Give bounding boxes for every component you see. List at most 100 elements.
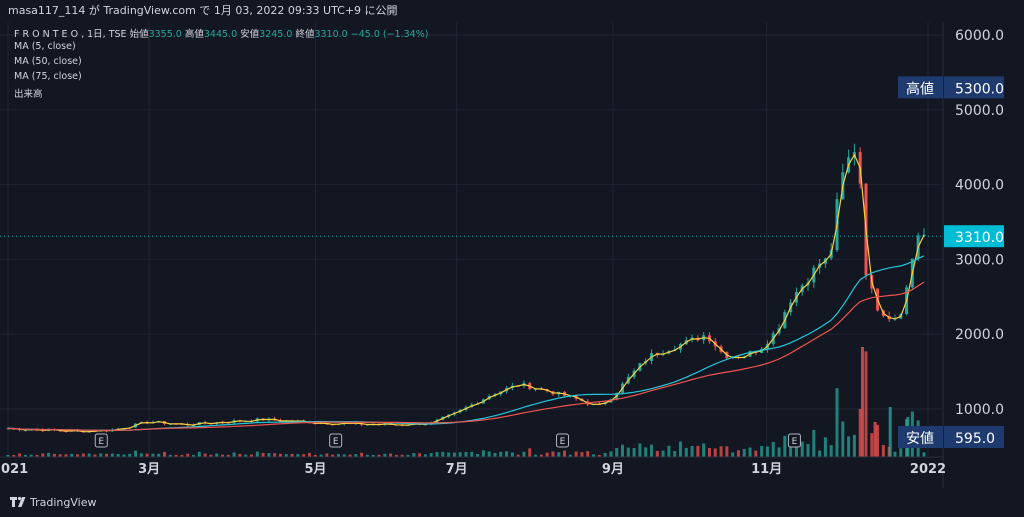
volume-bar (702, 443, 706, 457)
volume-bar (99, 453, 103, 457)
legend-close: 3310.0 (314, 29, 348, 40)
volume-bar (847, 436, 851, 457)
legend-volume[interactable]: 出来高 (14, 86, 43, 100)
price-chart[interactable]: E E E E 6000.0 5000.0 4000.0 3000.0 2000.0 1000.… (0, 0, 1024, 517)
volume-bar (742, 448, 746, 457)
volume-bar (760, 445, 764, 457)
volume-bar (852, 434, 856, 457)
volume-bar (690, 445, 694, 457)
volume-bar (881, 444, 885, 457)
volume-bar (447, 452, 451, 457)
volume-bar (452, 452, 456, 457)
volume-bar (644, 447, 648, 457)
volume-bar (603, 453, 607, 457)
volume-bar (873, 422, 877, 457)
volume-bar (586, 451, 590, 457)
volume-bar (551, 451, 555, 457)
volume-bar (412, 453, 416, 457)
volume-bar (736, 450, 740, 457)
y-tick-label: 6000.0 (955, 28, 1004, 44)
volume-bar (487, 451, 491, 457)
volume-bar (18, 453, 22, 457)
volume-bar (528, 448, 532, 457)
volume-bar (638, 443, 642, 457)
volume-bar (823, 437, 827, 457)
volume-bar (771, 441, 775, 457)
volume-bar (806, 443, 810, 457)
volume-bar (713, 448, 717, 457)
legend-high: 3445.0 (203, 29, 238, 40)
ma5-line (8, 153, 925, 433)
volume-bar (255, 451, 259, 457)
moving-average-lines (8, 153, 925, 433)
volume-bar (899, 448, 903, 457)
legend-open-label: 始値 (129, 29, 149, 40)
volume-bar (145, 453, 149, 457)
volume-bar (800, 441, 804, 457)
volume-bar (261, 452, 265, 457)
footer: TradingView (0, 488, 1024, 517)
volume-bar (510, 452, 514, 457)
y-tick-label: 4000.0 (955, 178, 1004, 194)
volume-bar (197, 451, 201, 457)
volume-bar (719, 446, 723, 457)
earnings-markers[interactable]: EEEE (94, 433, 801, 448)
tradingview-logo-icon (10, 496, 26, 507)
volume-bar (661, 450, 665, 457)
volume-bar (215, 453, 219, 457)
volume-bar (545, 452, 549, 457)
volume-bar (267, 453, 271, 457)
volume-bar (273, 453, 277, 457)
x-tick-label: 11月 (751, 462, 782, 477)
x-tick-label: 5月 (304, 462, 326, 477)
publish-header: masa117_114 が TradingView.com で 1月 03, 2… (0, 0, 1024, 22)
volume-bar (464, 451, 468, 457)
candlesticks (6, 143, 926, 433)
legend-change: −45.0 (−1.34%) (350, 29, 429, 40)
volume-bar (232, 452, 236, 457)
volume-bar (325, 453, 329, 457)
legend-ma50[interactable]: MA (50, close) (14, 56, 82, 67)
volume-bar (684, 447, 688, 457)
volume-bar (163, 451, 167, 457)
legend-ma75[interactable]: MA (75, close) (14, 71, 82, 82)
volume-bar (765, 446, 769, 457)
volume-bar (81, 453, 85, 457)
y-tick-label: 2000.0 (955, 327, 1004, 343)
high-tag: 高値 (906, 80, 934, 97)
volume-bar (307, 452, 311, 457)
volume-bar (731, 452, 735, 457)
x-tick-label: 2022 (910, 462, 946, 477)
legend-ma5[interactable]: MA (5, close) (14, 41, 76, 52)
volume-bar (655, 450, 659, 457)
legend-high-label: 高値 (184, 29, 204, 40)
volume-bar (47, 452, 51, 457)
high-value: 5300.0 (955, 81, 1004, 97)
grid-lines (0, 22, 943, 457)
volume-bar (563, 450, 567, 457)
footer-brand: TradingView (30, 496, 97, 509)
volume-bar (418, 453, 422, 457)
volume-bar (609, 451, 613, 457)
volume-bar (725, 446, 729, 457)
volume-bar (615, 447, 619, 457)
volume-bar (470, 451, 474, 457)
volume-bar (678, 441, 682, 457)
volume-bar (87, 453, 91, 457)
x-tick-label: 3月 (138, 462, 160, 477)
volume-bar (499, 451, 503, 457)
volume-bar (812, 429, 816, 457)
volume-bar (777, 447, 781, 457)
volume-bar (841, 421, 845, 457)
volume-bar (673, 451, 677, 457)
y-tick-label: 3000.0 (955, 252, 1004, 268)
legend-symbol: F R O N T E O , 1日, TSE (14, 29, 127, 40)
legend-low-label: 安値 (240, 29, 260, 40)
volume-bar (203, 453, 207, 457)
volume-bar (667, 445, 671, 457)
volume-bar (748, 447, 752, 457)
volume-bar (864, 351, 868, 457)
volume-bar (893, 451, 897, 457)
volume-bar (458, 452, 462, 457)
earnings-marker-label: E (98, 437, 104, 447)
